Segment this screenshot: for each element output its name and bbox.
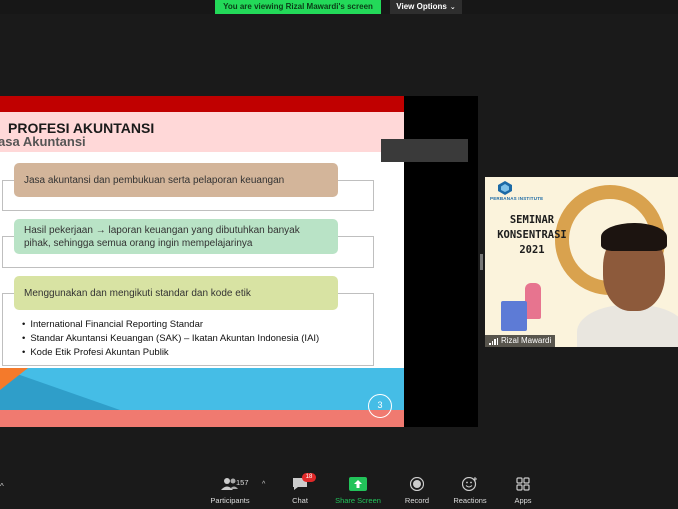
chevron-down-icon: ⌄ [449,4,456,11]
viewing-banner: You are viewing Rizal Mawardi's screen [215,0,381,14]
participants-options-chevron-icon[interactable]: ^ [262,481,265,488]
share-screen-button[interactable]: Share Screen [330,475,386,505]
participants-button[interactable]: 157 Participants [202,475,258,505]
poster-line: KONSENTRASI [497,229,567,241]
slide-bottom-strip [0,410,404,427]
participant-name-tag: Rizal Mawardi [485,335,556,347]
poster-line: SEMINAR [509,214,555,226]
perbanas-logo-icon [498,181,512,195]
view-options-button[interactable]: View Options ⌄ [390,0,462,14]
record-label: Record [404,496,430,505]
bullet-item: Kode Etik Profesi Akuntan Publik [22,346,319,360]
seminar-poster-text: SEMINAR KONSENTRASI 2021 [497,213,567,258]
point-text-2: Hasil pekerjaan → laporan keuangan yang … [24,224,300,249]
apps-button[interactable]: Apps [495,475,551,505]
poster-line: 2021 [519,244,545,256]
record-button[interactable]: Record [389,475,445,505]
chat-button[interactable]: 18 Chat [272,473,328,505]
participant-video-tile[interactable]: PERBANAS INSTITUTE SEMINAR KONSENTRASI 2… [485,177,678,347]
bullet-list: International Financial Reporting Standa… [22,318,319,360]
share-screen-label: Share Screen [335,496,381,505]
chat-unread-badge: 18 [302,473,316,482]
record-icon [389,475,445,493]
slide-page-number: 3 [368,394,392,418]
point-box-3: Menggunakan dan mengikuti standar dan ko… [14,276,338,310]
slide-footer-accent [0,368,28,390]
reactions-label: Reactions [453,496,487,505]
bullet-item: International Financial Reporting Standa… [22,318,319,332]
slide-top-strip [0,96,404,112]
bullet-item: Standar Akuntansi Keuangan (SAK) – Ikata… [22,332,319,346]
speaker-hair [601,223,667,251]
chat-label: Chat [292,496,308,505]
point-text-3: Menggunakan dan mengikuti standar dan ko… [24,287,251,299]
reactions-icon [442,475,498,493]
point-box-2: Hasil pekerjaan → laporan keuangan yang … [14,219,338,254]
speaker-shirt [577,305,678,347]
screen-overlay-bar [381,139,468,162]
participant-name: Rizal Mawardi [501,336,552,345]
apps-label: Apps [514,496,532,505]
chat-icon: 18 [272,473,328,493]
split-resize-handle[interactable] [480,254,483,270]
point-box-1: Jasa akuntansi dan pembukuan serta pelap… [14,163,338,197]
reactions-button[interactable]: Reactions [442,475,498,505]
view-options-label: View Options [396,2,447,11]
point-text-1: Jasa akuntansi dan pembukuan serta pelap… [24,174,285,186]
participants-icon [202,475,258,493]
poster-calculator-illustration [501,301,527,331]
share-screen-icon [330,475,386,493]
chevron-up-icon[interactable]: ^ [0,482,4,491]
signal-strength-icon [489,337,498,345]
shared-slide: PROFESI AKUNTANSI asa Akuntansi Jasa aku… [0,96,404,427]
participant-count: 157 [236,478,249,487]
apps-icon [495,475,551,493]
participants-label: Participants [210,496,250,505]
logo-text: PERBANAS INSTITUTE [490,196,544,201]
poster-illustration [525,283,541,319]
slide-subtitle: asa Akuntansi [0,134,86,149]
